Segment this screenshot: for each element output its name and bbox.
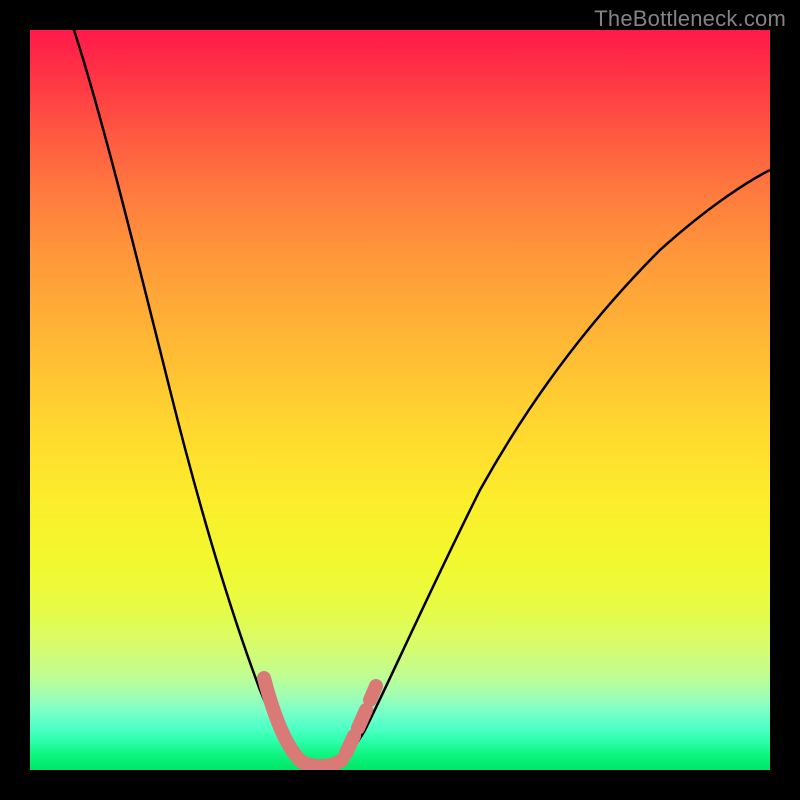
bottleneck-curve: [74, 30, 770, 768]
watermark-text: TheBottleneck.com: [594, 6, 786, 32]
chart-svg: [30, 30, 770, 770]
plot-area: [30, 30, 770, 770]
highlight-segment: [264, 678, 376, 766]
